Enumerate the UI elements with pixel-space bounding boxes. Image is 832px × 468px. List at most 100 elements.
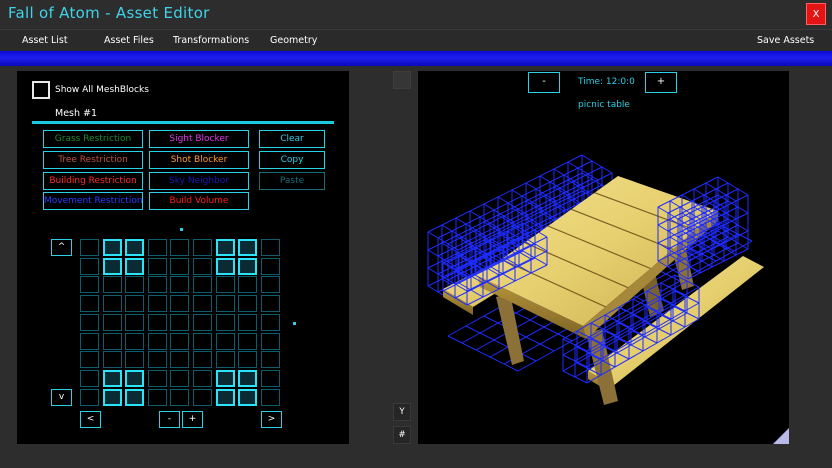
grid-cell[interactable] bbox=[193, 257, 212, 275]
menu-asset-list[interactable]: Asset List bbox=[22, 35, 68, 46]
grid-cell[interactable] bbox=[260, 351, 280, 369]
grid-cell[interactable] bbox=[215, 313, 235, 331]
grid-cell[interactable] bbox=[170, 295, 190, 313]
grid-cell[interactable] bbox=[238, 388, 258, 406]
grid-cell[interactable] bbox=[102, 239, 122, 256]
grid-cell[interactable] bbox=[260, 295, 280, 313]
close-button[interactable]: X bbox=[806, 3, 826, 25]
grid-cell[interactable] bbox=[215, 295, 235, 313]
grid-cell[interactable] bbox=[260, 239, 280, 256]
shot-blocker-button[interactable]: Shot Blocker bbox=[149, 151, 249, 169]
grid-cell[interactable] bbox=[147, 332, 167, 350]
save-assets-button[interactable]: Save Assets bbox=[757, 35, 814, 46]
show-all-meshblocks-checkbox[interactable] bbox=[32, 81, 50, 99]
grid-cell[interactable] bbox=[193, 295, 212, 313]
grid-cell[interactable] bbox=[170, 388, 190, 406]
grid-cell[interactable] bbox=[193, 313, 212, 331]
grid-cell[interactable] bbox=[80, 351, 99, 369]
grid-cell[interactable] bbox=[193, 351, 212, 369]
menu-transformations[interactable]: Transformations bbox=[173, 35, 249, 46]
grid-cell[interactable] bbox=[170, 239, 190, 256]
grid-cell[interactable] bbox=[80, 257, 99, 275]
grid-cell[interactable] bbox=[260, 313, 280, 331]
sky-neighbor-button[interactable]: Sky Neighbor bbox=[149, 172, 249, 190]
grid-cell[interactable] bbox=[170, 369, 190, 387]
menu-asset-files[interactable]: Asset Files bbox=[104, 35, 154, 46]
grid-cell[interactable] bbox=[80, 313, 99, 331]
panel-scroll-handle[interactable] bbox=[393, 71, 411, 89]
grid-cell[interactable] bbox=[102, 257, 122, 275]
grid-cell[interactable] bbox=[215, 239, 235, 256]
build-volume-button[interactable]: Build Volume bbox=[149, 192, 249, 210]
grid-cell[interactable] bbox=[102, 332, 122, 350]
grid-cell[interactable] bbox=[260, 332, 280, 350]
grid-cell[interactable] bbox=[238, 332, 258, 350]
grid-cell[interactable] bbox=[80, 295, 99, 313]
grid-minus-button[interactable]: - bbox=[159, 411, 180, 428]
grid-cell[interactable] bbox=[147, 295, 167, 313]
grid-cell[interactable] bbox=[260, 388, 280, 406]
grid-cell[interactable] bbox=[238, 313, 258, 331]
grid-up-button[interactable]: ^ bbox=[51, 239, 72, 256]
grid-cell[interactable] bbox=[215, 276, 235, 294]
time-minus-button[interactable]: - bbox=[528, 72, 560, 93]
grid-cell[interactable] bbox=[170, 351, 190, 369]
y-axis-button[interactable]: Y bbox=[393, 403, 411, 421]
resize-handle[interactable] bbox=[773, 428, 789, 444]
grid-cell[interactable] bbox=[125, 313, 145, 331]
grid-cell[interactable] bbox=[147, 313, 167, 331]
grid-cell[interactable] bbox=[215, 388, 235, 406]
grid-right-button[interactable]: > bbox=[261, 411, 282, 428]
grid-cell[interactable] bbox=[238, 351, 258, 369]
grid-cell[interactable] bbox=[125, 369, 145, 387]
sight-blocker-button[interactable]: Sight Blocker bbox=[149, 130, 249, 148]
grid-cell[interactable] bbox=[238, 276, 258, 294]
grid-cell[interactable] bbox=[238, 369, 258, 387]
grid-cell[interactable] bbox=[80, 388, 99, 406]
time-plus-button[interactable]: + bbox=[645, 72, 677, 93]
menu-geometry[interactable]: Geometry bbox=[270, 35, 317, 46]
grid-cell[interactable] bbox=[147, 388, 167, 406]
grid-down-button[interactable]: v bbox=[51, 389, 72, 406]
grid-cell[interactable] bbox=[147, 257, 167, 275]
tree-restriction-button[interactable]: Tree Restriction bbox=[43, 151, 143, 169]
grid-cell[interactable] bbox=[125, 276, 145, 294]
grid-cell[interactable] bbox=[125, 295, 145, 313]
grid-cell[interactable] bbox=[80, 239, 99, 256]
grid-cell[interactable] bbox=[147, 351, 167, 369]
movement-restriction-button[interactable]: Movement Restriction bbox=[43, 192, 143, 210]
grid-cell[interactable] bbox=[238, 295, 258, 313]
grid-left-button[interactable]: < bbox=[80, 411, 101, 428]
grid-cell[interactable] bbox=[125, 239, 145, 256]
3d-viewport[interactable]: - Time: 12:0:0 + picnic table bbox=[418, 71, 789, 444]
copy-button[interactable]: Copy bbox=[259, 151, 325, 169]
grid-cell[interactable] bbox=[147, 369, 167, 387]
paste-button[interactable]: Paste bbox=[259, 172, 325, 190]
grid-cell[interactable] bbox=[170, 313, 190, 331]
grid-cell[interactable] bbox=[147, 239, 167, 256]
grid-cell[interactable] bbox=[238, 239, 258, 256]
grid-cell[interactable] bbox=[260, 276, 280, 294]
grid-cell[interactable] bbox=[215, 332, 235, 350]
grid-cell[interactable] bbox=[125, 332, 145, 350]
grid-cell[interactable] bbox=[193, 369, 212, 387]
grid-cell[interactable] bbox=[102, 295, 122, 313]
grid-cell[interactable] bbox=[102, 313, 122, 331]
grid-cell[interactable] bbox=[170, 257, 190, 275]
grid-cell[interactable] bbox=[102, 351, 122, 369]
grid-cell[interactable] bbox=[102, 369, 122, 387]
building-restriction-button[interactable]: Building Restriction bbox=[43, 172, 143, 190]
grid-cell[interactable] bbox=[170, 332, 190, 350]
grid-cell[interactable] bbox=[147, 276, 167, 294]
grid-cell[interactable] bbox=[193, 276, 212, 294]
grid-cell[interactable] bbox=[215, 351, 235, 369]
grid-cell[interactable] bbox=[260, 257, 280, 275]
grid-cell[interactable] bbox=[102, 388, 122, 406]
grid-cell[interactable] bbox=[215, 257, 235, 275]
grid-plus-button[interactable]: + bbox=[182, 411, 203, 428]
grid-cell[interactable] bbox=[125, 388, 145, 406]
grid-cell[interactable] bbox=[193, 239, 212, 256]
grid-cell[interactable] bbox=[260, 369, 280, 387]
grid-cell[interactable] bbox=[125, 351, 145, 369]
grid-cell[interactable] bbox=[238, 257, 258, 275]
